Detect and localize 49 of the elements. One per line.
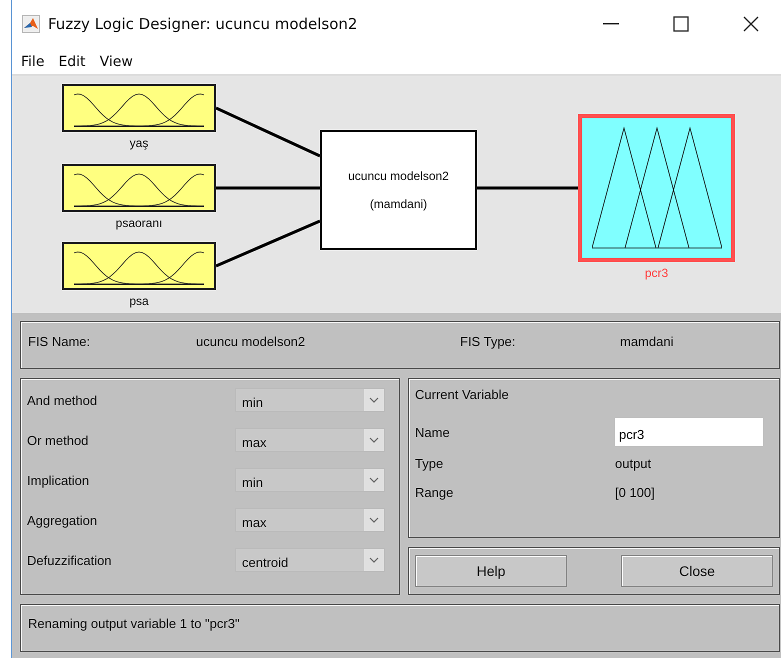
- fis-type-label: FIS Type:: [460, 334, 516, 349]
- system-node[interactable]: ucuncu modelson2 (mamdani): [320, 130, 477, 250]
- method-label: And method: [27, 392, 98, 408]
- minimize-icon: [603, 23, 619, 26]
- window-title: Fuzzy Logic Designer: ucuncu modelson2: [48, 15, 358, 34]
- method-label: Defuzzification: [27, 552, 112, 568]
- close-dialog-button[interactable]: Close: [621, 555, 773, 587]
- variable-label: psaoranı: [116, 216, 162, 230]
- fis-name-value: ucuncu modelson2: [196, 334, 306, 349]
- output-variable-node[interactable]: [578, 114, 735, 262]
- close-icon: [743, 16, 759, 32]
- variable-label: pcr3: [644, 266, 668, 280]
- method-label: Aggregation: [27, 512, 98, 528]
- menu-item[interactable]: File: [21, 54, 44, 70]
- variable-label: yaş: [130, 136, 148, 150]
- method-dropdown[interactable]: max: [235, 428, 385, 452]
- chevron-down-icon: [369, 437, 379, 443]
- help-button[interactable]: Help: [415, 555, 567, 587]
- type-label: Type: [415, 456, 444, 471]
- input-variable-node[interactable]: [62, 242, 216, 290]
- panel-title: Current Variable: [415, 387, 510, 402]
- chevron-down-icon: [369, 477, 379, 483]
- range-value: [0 100]: [615, 485, 656, 500]
- input-variable-node[interactable]: [62, 84, 216, 132]
- chevron-down-icon: [369, 517, 379, 523]
- fis-name-label: FIS Name:: [28, 334, 92, 349]
- chevron-down-icon: [369, 397, 379, 403]
- menu-item[interactable]: Edit: [58, 54, 86, 70]
- method-dropdown[interactable]: centroid: [235, 548, 385, 572]
- menu-item[interactable]: View: [100, 54, 133, 70]
- system-type: (mamdani): [370, 197, 428, 212]
- range-label: Range: [415, 485, 454, 500]
- system-name: ucuncu modelson2: [348, 169, 449, 184]
- type-value: output: [615, 456, 652, 471]
- input-variable-node[interactable]: [62, 164, 216, 212]
- method-dropdown[interactable]: min: [235, 468, 385, 492]
- status-message: Renaming output variable 1 to "pcr3": [28, 616, 240, 631]
- name-field[interactable]: pcr3: [615, 418, 763, 446]
- method-dropdown[interactable]: max: [235, 508, 385, 532]
- variable-label: psa: [129, 294, 149, 308]
- chevron-down-icon: [369, 557, 379, 563]
- method-label: Or method: [27, 432, 88, 448]
- membership-triangles-icon: [592, 126, 722, 250]
- method-dropdown[interactable]: min: [235, 388, 385, 412]
- fis-type-value: mamdani: [620, 334, 674, 349]
- maximize-icon: [673, 16, 689, 32]
- app-logo-icon: [22, 15, 40, 34]
- name-label: Name: [415, 424, 451, 440]
- method-label: Implication: [27, 472, 90, 488]
